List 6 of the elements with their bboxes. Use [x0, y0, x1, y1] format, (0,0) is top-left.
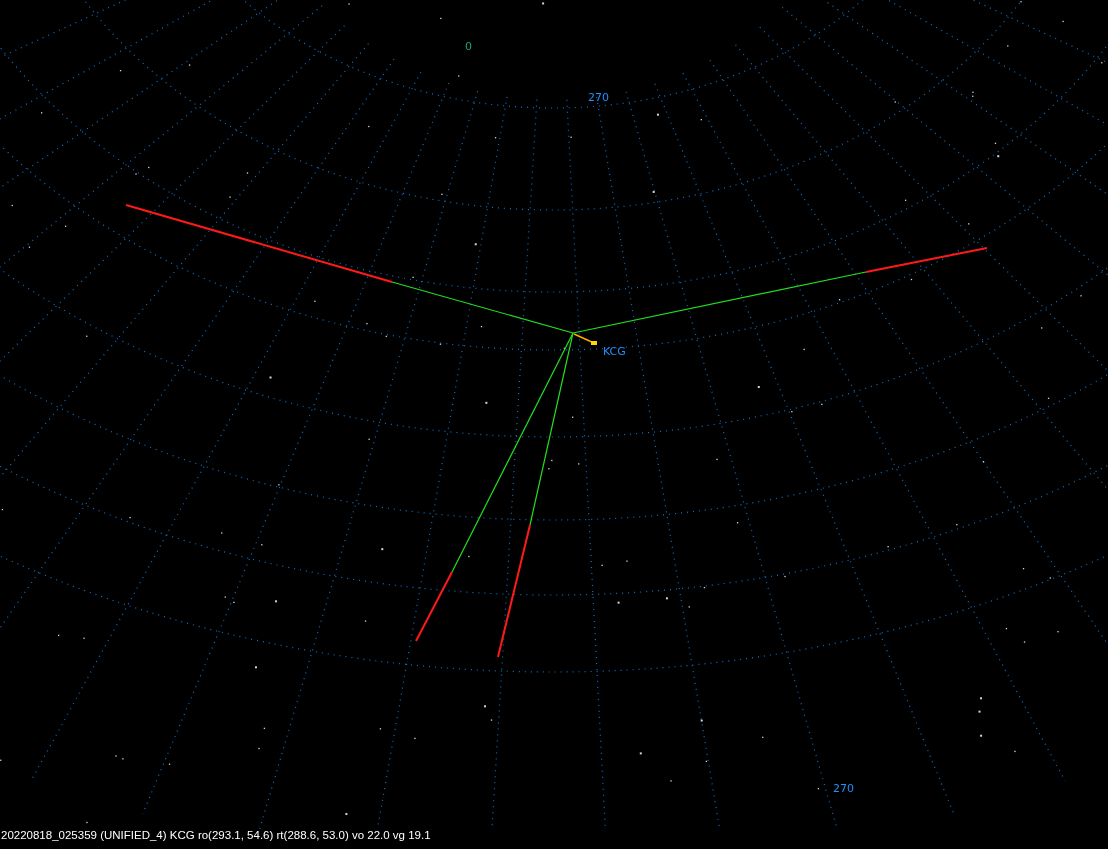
meteor-track-drawing: [573, 333, 597, 345]
status-text: 20220818_025359 (UNIFIED_4) KCG ro(293.1, 54.6) rt(288.6, 53.0) vo 22.0 vg 19.1: [1, 829, 431, 841]
grid-label: 270: [588, 91, 609, 104]
grid-label: 270: [833, 782, 854, 795]
grid-label: 0: [465, 40, 472, 53]
shower-label: KCG: [603, 345, 626, 358]
